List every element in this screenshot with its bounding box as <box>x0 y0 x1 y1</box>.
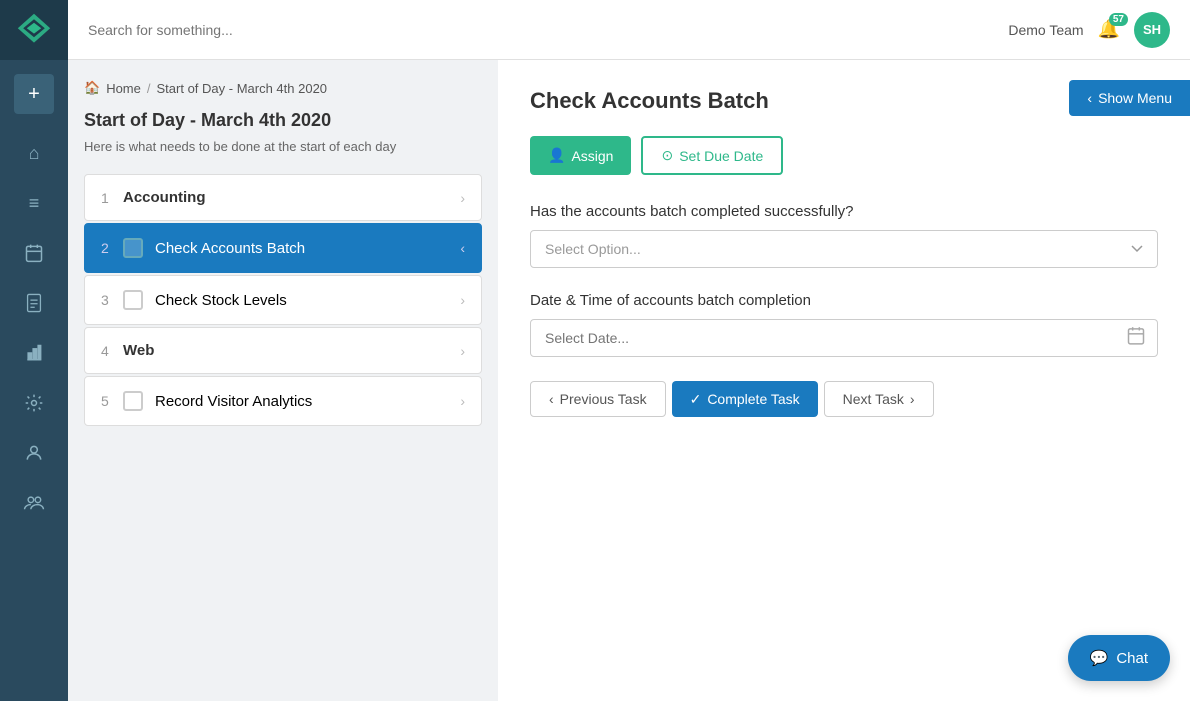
sidebar-calendar-icon[interactable] <box>0 228 68 278</box>
sidebar-user-icon[interactable] <box>0 428 68 478</box>
sidebar-settings-icon[interactable] <box>0 378 68 428</box>
set-due-date-label: Set Due Date <box>679 148 763 164</box>
task-list: 1 Accounting › 2 Check Accounts Batch ‹ … <box>84 174 482 426</box>
user-assign-icon: 👤 <box>548 147 565 164</box>
assign-label: Assign <box>571 148 613 164</box>
task-arrow-4: › <box>460 343 465 359</box>
calendar-icon[interactable] <box>1126 326 1146 351</box>
date-time-label: Date & Time of accounts batch completion <box>530 292 1158 309</box>
avatar[interactable]: SH <box>1134 12 1170 48</box>
topbar: Demo Team 🔔 57 SH <box>68 0 1190 60</box>
task-num-4: 4 <box>101 343 123 359</box>
task-num-5: 5 <box>101 393 123 409</box>
breadcrumb-separator: / <box>147 81 151 96</box>
assign-button[interactable]: 👤 Assign <box>530 136 631 175</box>
complete-task-button[interactable]: ✓ Complete Task <box>672 381 818 417</box>
checkmark-icon: ✓ <box>690 391 702 408</box>
task-item-4[interactable]: 4 Web › <box>84 327 482 374</box>
sidebar: + ⌂ ≡ <box>0 0 68 701</box>
sidebar-group-icon[interactable] <box>0 478 68 528</box>
task-item-2[interactable]: 2 Check Accounts Batch ‹ <box>84 223 482 273</box>
date-input-wrapper <box>530 319 1158 357</box>
sidebar-list-icon[interactable]: ≡ <box>0 178 68 228</box>
previous-task-button[interactable]: ‹ Previous Task <box>530 381 666 417</box>
task-arrow-3: › <box>460 292 465 308</box>
previous-task-label: Previous Task <box>560 391 647 407</box>
notification-bell[interactable]: 🔔 57 <box>1098 19 1120 40</box>
task-checkbox-2[interactable] <box>123 238 143 258</box>
main-content: 🏠 Home / Start of Day - March 4th 2020 S… <box>68 60 1190 701</box>
home-icon: 🏠 <box>84 80 100 96</box>
task-num-3: 3 <box>101 292 123 308</box>
task-checkbox-5[interactable] <box>123 391 143 411</box>
task-label-3: Check Stock Levels <box>155 292 460 309</box>
task-num-1: 1 <box>101 190 123 206</box>
task-item-3[interactable]: 3 Check Stock Levels › <box>84 275 482 325</box>
next-arrow-icon: › <box>910 391 915 407</box>
accounts-batch-question-group: Has the accounts batch completed success… <box>530 203 1158 268</box>
next-task-button[interactable]: Next Task › <box>824 381 934 417</box>
sidebar-document-icon[interactable] <box>0 278 68 328</box>
chat-button[interactable]: 💬 Chat <box>1068 635 1170 681</box>
task-arrow-5: › <box>460 393 465 409</box>
task-num-2: 2 <box>101 240 123 256</box>
task-detail-title: Check Accounts Batch <box>530 88 1158 114</box>
set-due-date-button[interactable]: ⊙ Set Due Date <box>641 136 783 175</box>
task-arrow-1: › <box>460 190 465 206</box>
complete-task-label: Complete Task <box>707 391 799 407</box>
notification-badge: 57 <box>1109 13 1128 26</box>
accounts-batch-label: Has the accounts batch completed success… <box>530 203 1158 220</box>
chevron-left-icon: ‹ <box>1087 90 1092 106</box>
clock-icon: ⊙ <box>661 147 673 164</box>
show-menu-label: Show Menu <box>1098 90 1172 106</box>
right-panel: ‹ Show Menu Check Accounts Batch 👤 Assig… <box>498 60 1190 701</box>
accounts-batch-select[interactable]: Select Option... <box>530 230 1158 268</box>
task-label-5: Record Visitor Analytics <box>155 393 460 410</box>
task-item-1[interactable]: 1 Accounting › <box>84 174 482 221</box>
task-label-1: Accounting <box>123 189 460 206</box>
task-item-5[interactable]: 5 Record Visitor Analytics › <box>84 376 482 426</box>
show-menu-button[interactable]: ‹ Show Menu <box>1069 80 1190 116</box>
panel-subtitle: Here is what needs to be done at the sta… <box>84 139 482 154</box>
chat-label: Chat <box>1116 650 1148 667</box>
search-input[interactable] <box>88 22 1008 38</box>
task-arrow-2: ‹ <box>460 240 465 256</box>
sidebar-home-icon[interactable]: ⌂ <box>0 128 68 178</box>
team-name: Demo Team <box>1008 22 1083 38</box>
next-task-label: Next Task <box>843 391 904 407</box>
breadcrumb: 🏠 Home / Start of Day - March 4th 2020 <box>84 80 482 96</box>
sidebar-chart-icon[interactable] <box>0 328 68 378</box>
breadcrumb-home[interactable]: Home <box>106 81 141 96</box>
prev-arrow-icon: ‹ <box>549 391 554 407</box>
task-label-2: Check Accounts Batch <box>155 240 460 257</box>
panel-title: Start of Day - March 4th 2020 <box>84 110 482 131</box>
breadcrumb-current: Start of Day - March 4th 2020 <box>157 81 328 96</box>
chat-icon: 💬 <box>1090 649 1109 667</box>
add-button[interactable]: + <box>14 74 54 114</box>
left-panel: 🏠 Home / Start of Day - March 4th 2020 S… <box>68 60 498 701</box>
date-time-group: Date & Time of accounts batch completion <box>530 292 1158 357</box>
task-label-4: Web <box>123 342 460 359</box>
app-logo <box>0 0 68 60</box>
task-checkbox-3[interactable] <box>123 290 143 310</box>
navigation-buttons: ‹ Previous Task ✓ Complete Task Next Tas… <box>530 381 1158 417</box>
date-input[interactable] <box>530 319 1158 357</box>
topbar-right: Demo Team 🔔 57 SH <box>1008 12 1170 48</box>
action-buttons: 👤 Assign ⊙ Set Due Date <box>530 136 1158 175</box>
